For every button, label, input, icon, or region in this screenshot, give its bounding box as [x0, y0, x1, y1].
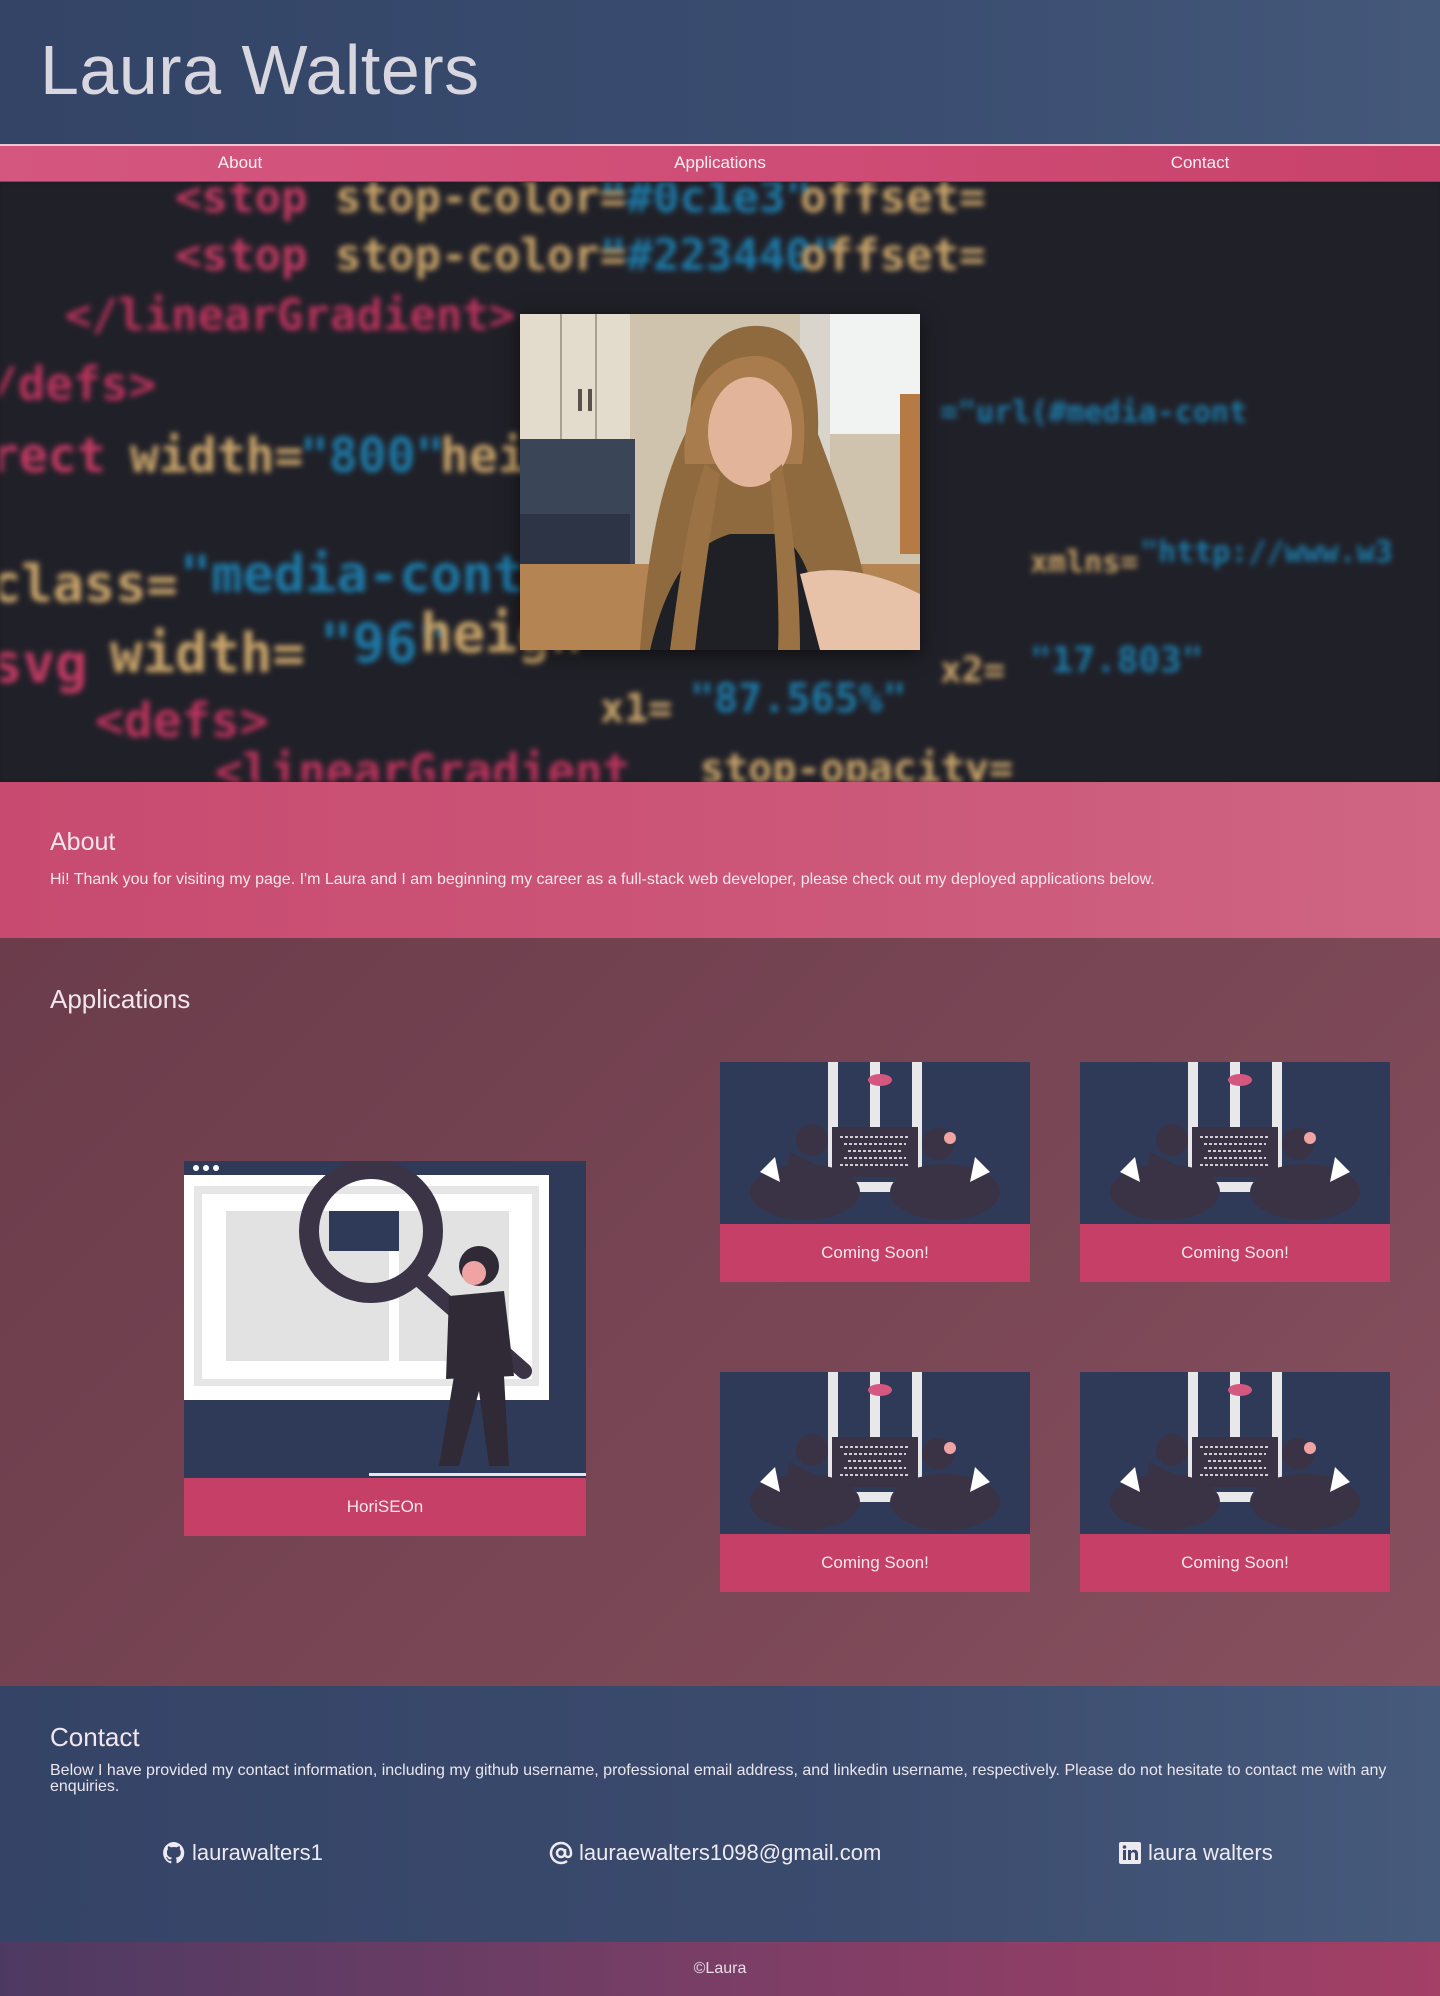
about-section: About Hi! Thank you for visiting my page… [0, 782, 1440, 938]
app-card-label: Coming Soon! [1080, 1224, 1390, 1282]
github-icon [163, 1842, 185, 1864]
profile-photo [520, 314, 920, 650]
at-sign-icon [549, 1841, 573, 1865]
nav-about-link[interactable]: About [0, 146, 480, 181]
app-card-coming-soon-2[interactable]: Coming Soon! [1080, 1062, 1390, 1282]
coding-illustration-image [720, 1062, 1030, 1222]
applications-section: Applications HoriSEOn Coming Soon! Comin… [0, 938, 1440, 1686]
svg-text:"87.565%": "87.565%" [690, 676, 907, 722]
coding-illustration-image [1080, 1372, 1390, 1532]
app-card-label: Coming Soon! [720, 1534, 1030, 1592]
svg-text:<stop: <stop [175, 182, 307, 223]
svg-text:width=: width= [110, 622, 305, 685]
email-address: lauraewalters1098@gmail.com [579, 1840, 882, 1865]
svg-text:/defs>: /defs> [0, 357, 156, 411]
about-text: Hi! Thank you for visiting my page. I'm … [50, 871, 1155, 888]
site-header: Laura Walters [0, 0, 1440, 144]
github-username: laurawalters1 [192, 1840, 323, 1865]
svg-text:<stop: <stop [175, 230, 307, 281]
app-card-label: Coming Soon! [1080, 1534, 1390, 1592]
nav-contact-link[interactable]: Contact [960, 146, 1440, 181]
app-card-coming-soon-4[interactable]: Coming Soon! [1080, 1372, 1390, 1592]
contact-text: Below I have provided my contact informa… [50, 1762, 1387, 1795]
svg-text:x2=: x2= [940, 650, 1005, 691]
contact-heading: Contact [50, 1722, 140, 1752]
svg-text:stop-opacity=: stop-opacity= [700, 746, 1013, 782]
svg-text:"17.803": "17.803" [1030, 640, 1203, 681]
site-footer: ©Laura [0, 1942, 1440, 1996]
svg-text:"#0c1e3": "#0c1e3" [600, 182, 812, 223]
svg-text:rect: rect [0, 428, 106, 484]
svg-text:width=: width= [130, 428, 303, 484]
svg-text:</linearGradient>: </linearGradient> [65, 290, 515, 341]
coding-illustration-image [720, 1372, 1030, 1532]
profile-photo-illustration [520, 314, 920, 650]
app-card-label: Coming Soon! [720, 1224, 1030, 1282]
svg-text:="url(#media-cont: ="url(#media-cont [940, 395, 1247, 430]
svg-text:hei: hei [440, 428, 527, 484]
svg-text:stop-color=: stop-color= [335, 182, 626, 223]
linkedin-link[interactable]: laura walters [1118, 1840, 1273, 1866]
hero-banner: <stop stop-color= "#0c1e3" offset= <stop… [0, 182, 1440, 782]
app-card-label: HoriSEOn [184, 1478, 586, 1536]
app-card-coming-soon-1[interactable]: Coming Soon! [720, 1062, 1030, 1282]
linkedin-username: laura walters [1148, 1840, 1273, 1865]
linkedin-icon [1119, 1842, 1141, 1864]
coding-illustration-image [1080, 1062, 1390, 1222]
app-card-horiseon[interactable]: HoriSEOn [184, 1161, 586, 1536]
search-illustration-image [184, 1161, 586, 1476]
applications-heading: Applications [50, 984, 191, 1014]
github-link[interactable]: laurawalters1 [162, 1840, 323, 1866]
main-nav: About Applications Contact [0, 144, 1440, 182]
page-title: Laura Walters [40, 31, 480, 109]
svg-text:offset=: offset= [800, 182, 985, 223]
svg-text:svg: svg [0, 632, 88, 695]
email-link[interactable]: lauraewalters1098@gmail.com [549, 1840, 881, 1866]
svg-text:"800": "800" [300, 428, 445, 484]
contact-section: Contact Below I have provided my contact… [0, 1686, 1440, 1942]
svg-text:"http://www.w3: "http://www.w3 [1140, 535, 1393, 570]
svg-text:x1=: x1= [600, 686, 672, 732]
svg-text:class=: class= [0, 555, 178, 615]
svg-text:<defs>: <defs> [95, 693, 268, 749]
svg-text:xmlns=: xmlns= [1030, 545, 1138, 580]
nav-applications-link[interactable]: Applications [480, 146, 960, 181]
svg-text:offset=: offset= [800, 230, 985, 281]
copyright-text: ©Laura [693, 1960, 747, 1977]
about-heading: About [50, 828, 116, 856]
svg-text:<linearGradient: <linearGradient [215, 744, 630, 782]
svg-text:stop-color=: stop-color= [335, 230, 626, 281]
app-card-coming-soon-3[interactable]: Coming Soon! [720, 1372, 1030, 1592]
